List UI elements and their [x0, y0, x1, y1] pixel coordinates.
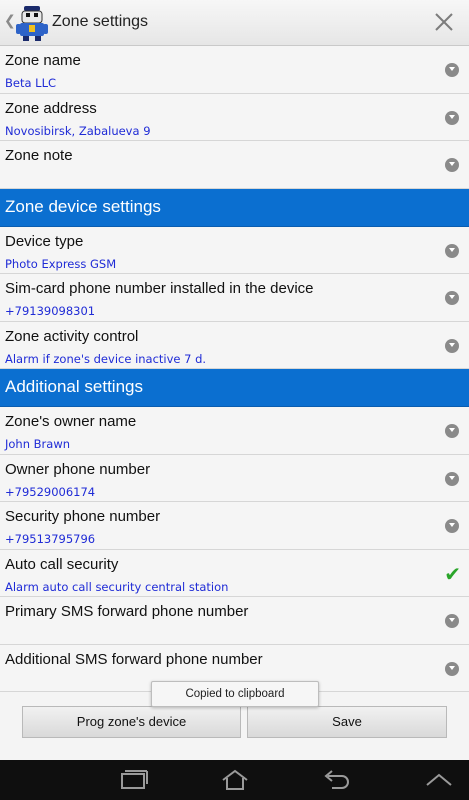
setting-value: John Brawn	[5, 437, 71, 451]
setting-row-primary-sms[interactable]: Primary SMS forward phone number	[0, 597, 469, 645]
setting-value: Alarm auto call security central station	[5, 579, 229, 594]
setting-row-zone-address[interactable]: Zone address Novosibirsk, Zabalueva 9	[0, 93, 469, 141]
setting-label: Zone activity control	[5, 327, 139, 345]
chevron-down-icon[interactable]	[445, 519, 459, 533]
setting-row-activity-control[interactable]: Zone activity control Alarm if zone's de…	[0, 321, 469, 369]
app-robot-icon[interactable]	[14, 4, 50, 42]
home-icon[interactable]	[218, 768, 252, 792]
chevron-down-icon[interactable]	[445, 63, 459, 77]
section-title: Zone device settings	[5, 196, 161, 216]
setting-row-sim-number[interactable]: Sim-card phone number installed in the d…	[0, 274, 469, 322]
chevron-down-icon[interactable]	[445, 424, 459, 438]
setting-label: Auto call security	[5, 555, 119, 573]
setting-value: +79139098301	[5, 304, 96, 318]
chevron-down-icon[interactable]	[445, 110, 459, 125]
setting-label: Zone name	[5, 52, 81, 69]
setting-label: Zone's owner name	[5, 413, 137, 430]
setting-row-owner-name[interactable]: Zone's owner name John Brawn	[0, 407, 469, 455]
setting-row-auto-call[interactable]: Auto call security Alarm auto call secur…	[0, 549, 469, 597]
setting-row-security-phone[interactable]: Security phone number +79513795796	[0, 502, 469, 550]
toast-message: Copied to clipboard	[151, 681, 319, 707]
setting-label: Primary SMS forward phone number	[5, 603, 249, 620]
chevron-down-icon[interactable]	[445, 338, 459, 353]
close-icon[interactable]	[433, 11, 455, 33]
setting-value: +79529006174	[5, 484, 96, 499]
chevron-down-icon[interactable]	[445, 243, 459, 258]
recent-apps-icon[interactable]	[116, 768, 150, 792]
page-title: Zone settings	[52, 13, 149, 30]
settings-list: Zone name Beta LLC Zone address Novosibi…	[0, 46, 469, 760]
setting-value: Alarm if zone's device inactive 7 d.	[5, 351, 207, 366]
setting-label: Zone note	[5, 147, 73, 164]
setting-label: Sim-card phone number installed in the d…	[5, 280, 314, 297]
setting-label: Device type	[5, 232, 84, 250]
setting-row-zone-note[interactable]: Zone note	[0, 141, 469, 189]
save-button[interactable]: Save	[247, 706, 447, 738]
chevron-down-icon[interactable]	[445, 158, 459, 172]
section-header-device: Zone device settings	[0, 188, 469, 227]
system-nav-bar	[0, 760, 469, 800]
setting-row-owner-phone[interactable]: Owner phone number +79529006174	[0, 454, 469, 502]
chevron-up-icon[interactable]	[422, 768, 456, 792]
chevron-down-icon[interactable]	[445, 291, 459, 305]
chevron-down-icon[interactable]	[445, 614, 459, 628]
setting-value: Novosibirsk, Zabalueva 9	[5, 123, 151, 138]
setting-row-device-type[interactable]: Device type Photo Express GSM	[0, 226, 469, 274]
chevron-down-icon[interactable]	[445, 471, 459, 486]
setting-label: Additional SMS forward phone number	[5, 650, 263, 668]
setting-value: Beta LLC	[5, 76, 57, 90]
setting-value: +79513795796	[5, 532, 96, 546]
prog-zone-device-button[interactable]: Prog zone's device	[22, 706, 241, 738]
setting-label: Security phone number	[5, 508, 161, 525]
section-header-additional: Additional settings	[0, 369, 469, 407]
section-title: Additional settings	[5, 377, 143, 396]
action-bar: ❮ Zone settings	[0, 0, 469, 46]
setting-value: Photo Express GSM	[5, 256, 117, 271]
setting-label: Owner phone number	[5, 460, 151, 478]
setting-label: Zone address	[5, 99, 97, 117]
back-icon[interactable]	[318, 768, 352, 792]
checkmark-icon[interactable]: ✔	[444, 562, 461, 586]
setting-row-zone-name[interactable]: Zone name Beta LLC	[0, 46, 469, 94]
chevron-down-icon[interactable]	[445, 661, 459, 676]
